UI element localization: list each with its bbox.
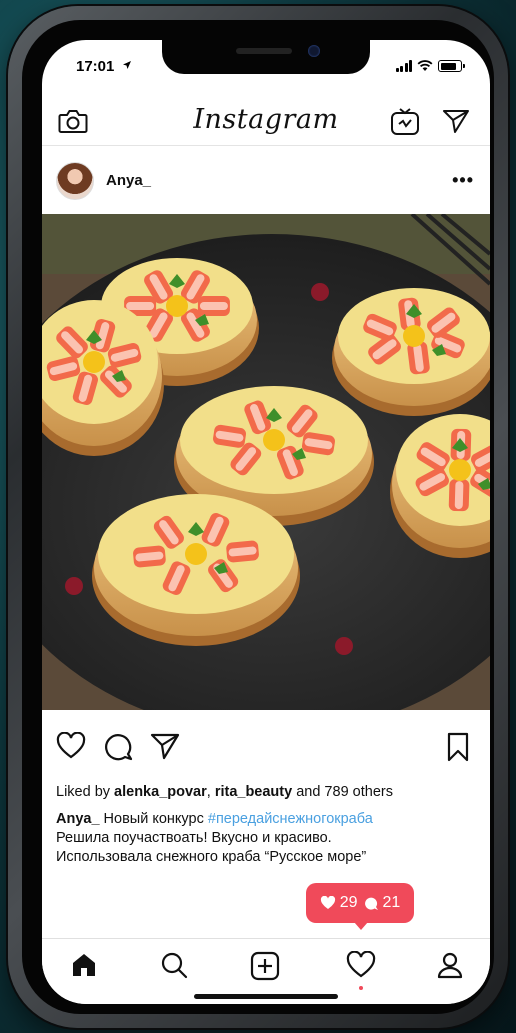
- signal-icon: [395, 60, 412, 72]
- activity-icon[interactable]: [346, 951, 376, 979]
- instagram-logo: Instagram: [193, 104, 339, 135]
- phone-frame: 17:01 Instagram Anya_ ••• Liked by alenk…: [8, 6, 508, 1028]
- share-icon[interactable]: [150, 732, 180, 760]
- caption-text: Новый конкурс: [99, 811, 208, 827]
- home-icon[interactable]: [70, 951, 98, 979]
- corn: [166, 295, 188, 317]
- location-arrow-icon: [123, 61, 131, 69]
- add-icon[interactable]: [250, 951, 280, 981]
- send-icon[interactable]: [442, 108, 470, 134]
- caption-hashtag[interactable]: #передайснежногокраба: [208, 811, 373, 827]
- liked-user-2[interactable]: rita_beauty: [215, 784, 292, 800]
- notch: [162, 40, 370, 74]
- post-username[interactable]: Anya_: [106, 172, 151, 189]
- front-camera: [308, 45, 320, 57]
- post-header: Anya_ •••: [42, 148, 490, 214]
- activity-dot: [359, 986, 363, 990]
- speaker: [236, 48, 292, 54]
- liked-prefix: Liked by: [56, 784, 115, 800]
- comments-count: 21: [382, 894, 401, 911]
- wifi-icon: [417, 60, 433, 71]
- top-navigation: Instagram: [42, 94, 490, 146]
- crab-stick-white: [199, 302, 228, 310]
- corn: [83, 351, 105, 373]
- liked-user-1[interactable]: alenka_povar: [114, 784, 207, 800]
- activity-notification-bubble[interactable]: 29 21: [306, 883, 414, 930]
- profile-icon[interactable]: [436, 951, 464, 979]
- caption-line-1: Anya_ Новый конкурс #передайснежногокраб…: [56, 810, 480, 829]
- crab-stick-white: [126, 301, 155, 311]
- heart-icon[interactable]: [56, 732, 86, 760]
- crab-stick-white: [454, 481, 464, 510]
- caption-line-3: Использовала снежного краба “Русское мор…: [56, 849, 367, 865]
- caption-username[interactable]: Anya_: [56, 811, 100, 827]
- battery-icon: [438, 60, 465, 72]
- search-icon[interactable]: [160, 951, 188, 979]
- post-photo[interactable]: [42, 214, 490, 710]
- corn: [185, 543, 207, 565]
- liked-separator: ,: [206, 784, 215, 800]
- more-options-icon[interactable]: •••: [452, 170, 474, 191]
- caption-line-2: Решила поучаствоать! Вкусно и красиво.: [56, 830, 332, 846]
- heart-filled-icon: [320, 896, 335, 909]
- likes-text: Liked by alenka_povar, rita_beauty and 7…: [56, 784, 393, 800]
- bookmark-icon[interactable]: [446, 732, 470, 762]
- status-icons: [395, 60, 465, 72]
- corn: [403, 325, 425, 347]
- food-photo: [42, 214, 490, 710]
- post-actions: [42, 732, 490, 768]
- liked-suffix[interactable]: and 789 others: [292, 784, 393, 800]
- home-indicator[interactable]: [194, 994, 338, 999]
- comment-filled-icon: [364, 897, 378, 910]
- phone-screen: 17:01 Instagram Anya_ ••• Liked by alenk…: [42, 40, 490, 1004]
- corn: [263, 429, 285, 451]
- avatar[interactable]: [56, 162, 94, 200]
- post-caption: Anya_ Новый конкурс #передайснежногокраб…: [56, 810, 480, 867]
- igtv-icon[interactable]: [390, 106, 420, 136]
- corn: [449, 459, 471, 481]
- likes-count: 29: [339, 894, 358, 911]
- status-time: 17:01: [76, 58, 115, 75]
- comment-icon[interactable]: [104, 732, 134, 762]
